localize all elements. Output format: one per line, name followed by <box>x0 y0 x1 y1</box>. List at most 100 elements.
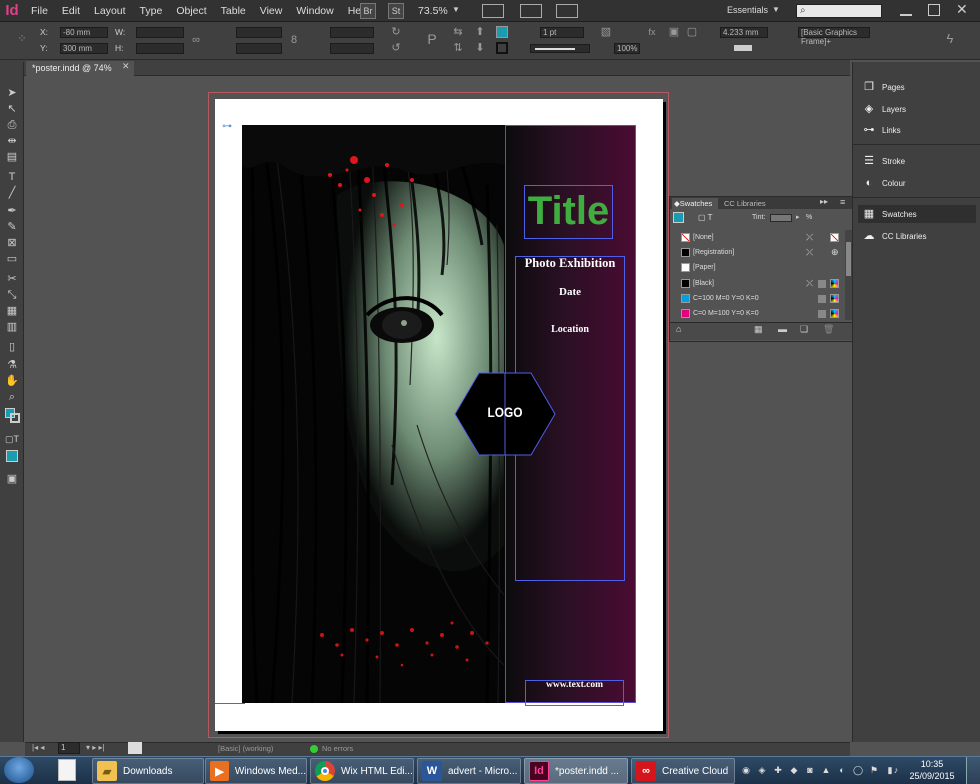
swatch-row[interactable]: [Paper] <box>676 260 846 275</box>
preflight-errors[interactable]: No errors <box>322 744 353 753</box>
screen-mode-icon[interactable] <box>520 4 542 18</box>
workspace-dropdown-icon[interactable]: ▼ <box>772 5 780 14</box>
swatch-row[interactable]: [Black] ⤬ <box>676 276 846 291</box>
page-number-field[interactable]: 1 <box>58 742 80 754</box>
rotate-ccw-icon[interactable]: ↺ <box>390 42 402 54</box>
gradient-swatch-tool-icon[interactable]: ▦ <box>4 304 20 318</box>
formatting-affects-icon[interactable]: ▢T <box>4 432 20 446</box>
pen-tool-icon[interactable]: ✒ <box>4 204 20 218</box>
swatch-row[interactable]: [Registration] ⤬ ⊕ <box>676 245 846 260</box>
menu-table[interactable]: Table <box>214 5 253 17</box>
direct-selection-tool-icon[interactable]: ↖ <box>4 102 20 116</box>
height-field[interactable] <box>136 43 184 54</box>
free-transform-tool-icon[interactable]: ⤡ <box>4 288 20 302</box>
minimize-button[interactable] <box>900 4 912 16</box>
notepad-icon[interactable] <box>58 759 76 781</box>
content-collector-icon[interactable]: ▤ <box>4 150 20 164</box>
reference-point-icon[interactable]: ⁘ <box>16 33 28 45</box>
constrain-proportions-icon[interactable]: ∞ <box>190 34 202 46</box>
flip-horizontal-icon[interactable]: ⇆ <box>452 26 464 38</box>
line-tool-icon[interactable]: ╱ <box>4 186 20 200</box>
gradient-feather-tool-icon[interactable]: ▥ <box>4 320 20 334</box>
tray-icon-7[interactable]: ◯ <box>852 764 864 776</box>
poster-website[interactable]: www.text.com <box>525 680 624 690</box>
select-content-icon[interactable]: ⬇ <box>474 42 486 54</box>
tint-dropdown-icon[interactable]: ▸ <box>796 213 800 221</box>
open-page-icon[interactable] <box>128 742 142 754</box>
view-options-icon[interactable] <box>482 4 504 18</box>
menu-file[interactable]: File <box>24 5 55 17</box>
taskbar-item-chrome[interactable]: Wix HTML Edi... <box>310 758 414 784</box>
zoom-dropdown-icon[interactable]: ▼ <box>452 5 460 14</box>
object-style-dropdown[interactable]: [Basic Graphics Frame]+ <box>798 27 870 46</box>
rotate-cw-icon[interactable]: ↻ <box>390 26 402 38</box>
swatch-row[interactable]: C=100 M=0 Y=0 K=0 <box>676 291 846 306</box>
quick-apply-icon[interactable]: ϟ <box>944 32 956 45</box>
taskbar-item-word[interactable]: Wadvert - Micro... <box>417 758 521 784</box>
swatch-row[interactable]: C=0 M=100 Y=0 K=0 <box>676 306 846 321</box>
fill-swatch[interactable] <box>496 26 508 38</box>
scale-x-field[interactable] <box>236 27 282 38</box>
scale-y-field[interactable] <box>236 43 282 54</box>
tray-icon-1[interactable]: ◈ <box>756 764 768 776</box>
select-container-icon[interactable]: ⬆ <box>474 26 486 38</box>
maximize-button[interactable] <box>928 4 940 16</box>
flip-vertical-icon[interactable]: ⇅ <box>452 42 464 54</box>
apply-color-icon[interactable] <box>6 450 18 462</box>
tab-swatches[interactable]: ◆Swatches <box>672 198 718 209</box>
tray-icon-2[interactable]: ✚ <box>772 764 784 776</box>
swatch-row[interactable]: [None] ⤬ <box>676 230 846 245</box>
poster-date[interactable]: Date <box>515 286 625 298</box>
screen-mode-tool-icon[interactable]: ▣ <box>4 472 20 486</box>
start-button-icon[interactable] <box>4 757 34 783</box>
delete-swatch-icon[interactable]: 🗑 <box>823 324 834 335</box>
panel-collapse-icon[interactable]: ▸▸ <box>820 197 828 206</box>
volume-icon[interactable]: ♪ <box>890 764 902 776</box>
close-button[interactable]: ✕ <box>956 1 968 18</box>
menu-object[interactable]: Object <box>169 5 213 17</box>
tint-field[interactable] <box>770 214 792 222</box>
menu-type[interactable]: Type <box>133 5 170 17</box>
corner-shape-dropdown[interactable] <box>734 45 752 51</box>
stock-button[interactable]: St <box>388 3 404 19</box>
fitting-icon[interactable]: ▣ <box>668 26 680 38</box>
dock-item-colour[interactable]: ◐ Colour <box>858 174 976 192</box>
preflight-profile[interactable]: [Basic] (working) <box>218 744 273 753</box>
type-tool-icon[interactable]: T <box>4 170 20 184</box>
stroke-weight-field[interactable]: 1 pt <box>540 27 584 38</box>
taskbar-item-downloads[interactable]: ▰ Downloads <box>92 758 204 784</box>
menu-view[interactable]: View <box>253 5 290 17</box>
eyedropper-tool-icon[interactable]: ⚗ <box>4 358 20 372</box>
dock-item-links[interactable]: ⊶ Links <box>858 121 976 139</box>
taskbar-item-creative-cloud[interactable]: ∞ Creative Cloud <box>631 758 735 784</box>
container-text-toggle-icon[interactable]: ▢ T <box>698 213 713 222</box>
tray-icon-3[interactable]: ◆ <box>788 764 800 776</box>
new-swatch-icon[interactable]: ❏ <box>800 324 808 335</box>
system-clock[interactable]: 10:35 25/09/2015 <box>902 758 962 782</box>
x-position-field[interactable]: -80 mm <box>60 27 108 38</box>
pencil-tool-icon[interactable]: ✎ <box>4 220 20 234</box>
tray-icon-4[interactable]: ◙ <box>804 764 816 776</box>
shear-field[interactable] <box>330 43 374 54</box>
zoom-tool-icon[interactable]: ⌕ <box>4 390 20 404</box>
close-tab-icon[interactable]: ✕ <box>122 61 130 72</box>
bridge-button[interactable]: Br <box>360 3 376 19</box>
swatches-scrollbar[interactable] <box>845 230 852 320</box>
y-position-field[interactable]: 300 mm <box>60 43 108 54</box>
frame-link-icon[interactable]: ⊶ <box>222 121 232 132</box>
menu-layout[interactable]: Layout <box>87 5 133 17</box>
taskbar-item-indesign[interactable]: Id *poster.indd ... <box>524 758 628 784</box>
new-color-group-icon[interactable]: ▬ <box>778 324 787 334</box>
stroke-type-dropdown[interactable] <box>530 44 590 53</box>
gap-tool-icon[interactable]: ⇹ <box>4 134 20 148</box>
document-tab[interactable]: *poster.indd @ 74% <box>26 61 134 76</box>
zoom-level[interactable]: 73.5% <box>418 5 448 17</box>
scrollbar-thumb[interactable] <box>846 242 851 276</box>
width-field[interactable] <box>136 27 184 38</box>
page-tool-icon[interactable]: ⎙ <box>4 118 20 132</box>
fit-content-icon[interactable]: ▢ <box>686 26 698 38</box>
wrap-options-icon[interactable]: ▧ <box>600 26 612 38</box>
dock-item-layers[interactable]: ◈ Layers <box>858 100 976 118</box>
tab-cc-libraries[interactable]: CC Libraries <box>724 198 766 209</box>
dock-item-swatches[interactable]: ▦ Swatches <box>858 205 976 223</box>
